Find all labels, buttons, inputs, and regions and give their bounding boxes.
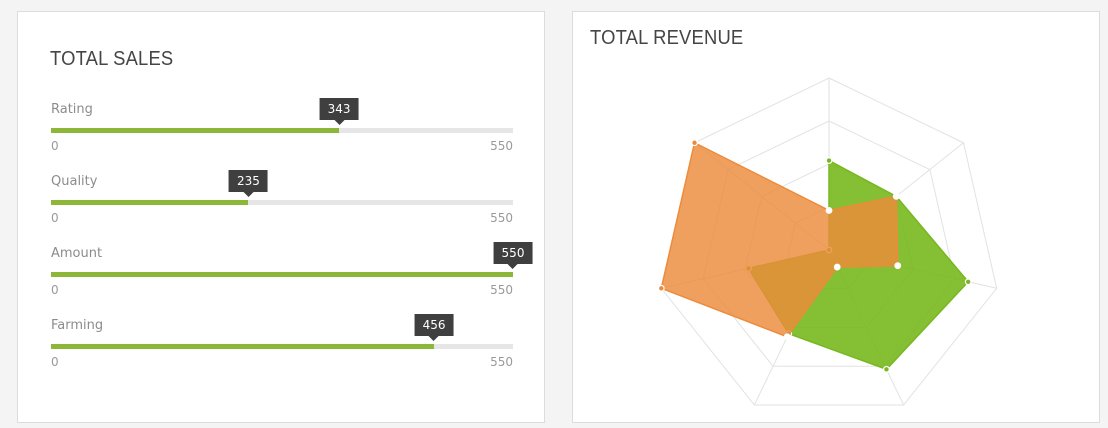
sales-bar-max: 550: [490, 211, 513, 225]
sales-bar-amount: Amount 550 0 550: [51, 242, 533, 306]
total-sales-title: TOTAL SALES: [50, 48, 174, 70]
sales-bar-max: 550: [490, 283, 513, 297]
radar-point: [964, 278, 972, 286]
radar-point: [894, 262, 902, 270]
sales-bar-fill: [51, 344, 435, 349]
radar-point: [892, 192, 900, 200]
total-revenue-card: TOTAL REVENUE: [572, 11, 1100, 423]
sales-bar-min: 0: [51, 211, 59, 225]
sales-bar-track: [51, 128, 513, 133]
sales-bar-max: 550: [490, 139, 513, 153]
sales-bar-fill: [51, 128, 340, 133]
total-sales-card: TOTAL SALES Rating 343 0 550 Quality 235…: [17, 11, 545, 423]
sales-bar-tooltip: 550: [493, 242, 533, 269]
sales-bar-min: 0: [51, 283, 59, 297]
sales-bar-tooltip: 343: [319, 98, 359, 125]
sales-bar-track: [51, 272, 513, 277]
revenue-radar-chart: [657, 77, 998, 406]
radar-point: [825, 157, 833, 164]
sales-bar-rating: Rating 343 0 550: [51, 98, 513, 162]
sales-bar-quality: Quality 235 0 550: [51, 170, 513, 234]
sales-bar-tooltip: 235: [228, 170, 268, 197]
sales-bar-farming: Farming 456 0 550: [51, 314, 513, 378]
radar-point: [825, 207, 833, 214]
radar-point: [691, 139, 698, 147]
sales-bar-label: Farming: [51, 318, 104, 333]
radar-point: [783, 333, 791, 341]
radar-point: [833, 263, 841, 271]
sales-bar-min: 0: [51, 355, 59, 369]
sales-bar-fill: [51, 200, 249, 205]
sales-bar-label: Quality: [51, 174, 98, 189]
sales-bar-label: Rating: [51, 102, 93, 117]
sales-bar-track: [51, 344, 513, 349]
sales-bar-fill: [51, 272, 513, 277]
radar-point: [883, 365, 890, 373]
sales-bar-min: 0: [51, 139, 59, 153]
sales-bar-label: Amount: [51, 246, 103, 261]
sales-bar-tooltip: 456: [414, 314, 454, 341]
sales-bar-max: 550: [490, 355, 513, 369]
sales-bar-track: [51, 200, 513, 205]
radar-point: [657, 284, 665, 292]
